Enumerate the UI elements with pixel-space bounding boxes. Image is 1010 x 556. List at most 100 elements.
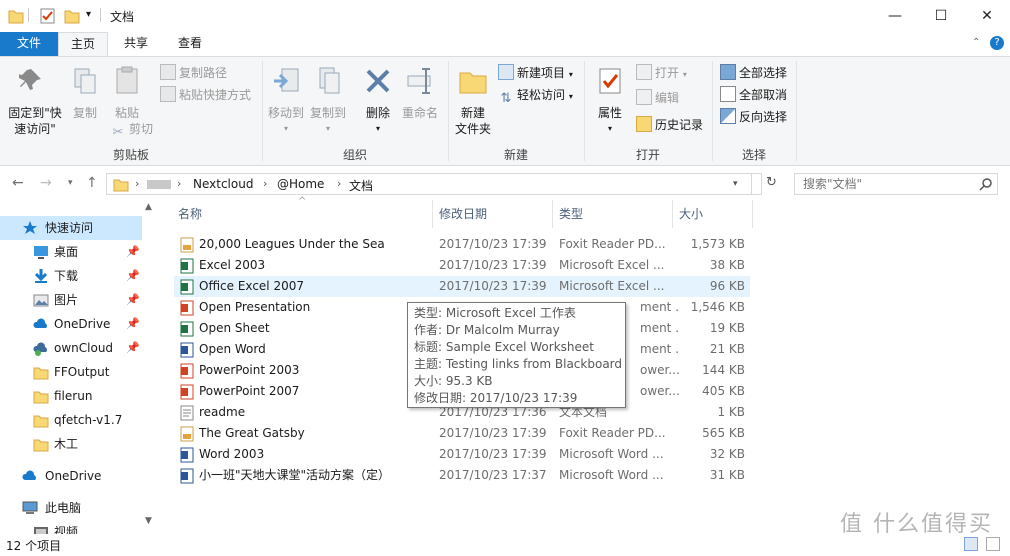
copy-button[interactable]: 复制 <box>68 65 102 121</box>
properties-button[interactable]: 属性 ▾ <box>592 65 628 137</box>
delete-button[interactable]: 删除 ▾ <box>360 65 396 137</box>
file-type: Microsoft Excel ... <box>559 279 665 293</box>
table-row[interactable]: 20,000 Leagues Under the Sea 2017/10/23 1… <box>174 234 750 255</box>
scroll-up-icon[interactable]: ▲ <box>145 202 152 212</box>
file-size: 565 KB <box>702 426 745 440</box>
pin-icon[interactable]: 📌 <box>126 240 140 264</box>
search-box[interactable] <box>794 173 998 195</box>
pin-icon[interactable]: 📌 <box>126 264 140 288</box>
forward-arrow-icon[interactable]: → <box>40 175 52 191</box>
tab-view[interactable]: 查看 <box>166 32 214 56</box>
maximize-button[interactable]: ☐ <box>918 0 964 32</box>
nav-item[interactable]: OneDrive <box>0 464 142 488</box>
column-header-name[interactable]: 名称 <box>172 200 433 228</box>
file-type: Foxit Reader PD... <box>559 237 666 251</box>
recent-dropdown-icon[interactable]: ▾ <box>68 178 73 188</box>
new-folder-icon[interactable] <box>64 7 80 25</box>
nav-item-label: 下载 <box>54 269 79 283</box>
crumb-nextcloud[interactable]: Nextcloud <box>193 177 253 191</box>
tooltip-type: 类型: Microsoft Excel 工作表 <box>414 306 576 320</box>
new-folder-button[interactable]: 新建 文件夹 <box>452 65 494 137</box>
move-to-button[interactable]: 移动到 ▾ <box>266 65 306 137</box>
select-all-button[interactable]: 全部选择 <box>720 63 787 83</box>
file-name: Open Word <box>199 342 266 356</box>
details-view-icon[interactable] <box>964 537 978 551</box>
column-header-size[interactable]: 大小 <box>673 200 753 228</box>
nav-item[interactable]: 木工 <box>0 432 142 456</box>
item-count: 12 个项目 <box>6 539 62 553</box>
properties-label: 属性 <box>597 106 622 120</box>
pin-icon[interactable]: 📌 <box>126 336 140 360</box>
properties-check-icon[interactable] <box>40 7 56 25</box>
tooltip-subject: 主题: Testing links from Blackboard <box>414 357 623 371</box>
large-icons-view-icon[interactable] <box>986 537 1000 551</box>
nav-item[interactable]: ownCloud 📌 <box>0 336 142 360</box>
tab-home[interactable]: 主页 <box>58 32 108 57</box>
table-row[interactable]: The Great Gatsby 2017/10/23 17:39 Foxit Re… <box>174 423 750 444</box>
file-size: 31 KB <box>709 468 745 482</box>
pin-icon[interactable]: 📌 <box>126 312 140 336</box>
folder-icon <box>33 415 49 428</box>
pdf-file-icon <box>180 426 194 442</box>
search-icon[interactable] <box>979 177 993 191</box>
rename-button[interactable]: 重命名 <box>400 65 440 121</box>
nav-item[interactable]: 桌面 📌 <box>0 240 142 264</box>
table-row[interactable]: Word 2003 2017/10/23 17:39 Microsoft Word … <box>174 444 750 465</box>
crumb-documents[interactable]: 文档 <box>349 177 373 194</box>
paste-button[interactable]: 粘贴 <box>108 65 146 121</box>
qa-dropdown-icon[interactable]: ▾ <box>86 9 91 27</box>
new-item-button[interactable]: 新建项目 ▾ <box>498 63 573 83</box>
column-header-date[interactable]: 修改日期 <box>433 200 553 228</box>
nav-item[interactable]: 下载 📌 <box>0 264 142 288</box>
properties-icon <box>599 68 621 94</box>
folder-icon <box>113 179 129 192</box>
table-row[interactable]: Excel 2003 2017/10/23 17:39 Microsoft Exce… <box>174 255 750 276</box>
nav-item[interactable]: qfetch-v1.7 <box>0 408 142 432</box>
back-arrow-icon[interactable]: ← <box>12 175 24 191</box>
history-label: 历史记录 <box>655 118 704 132</box>
copy-path-button[interactable]: 复制路径 <box>160 63 227 83</box>
collapse-ribbon-icon[interactable]: ⌃ <box>972 37 980 48</box>
nav-item[interactable]: 快速访问 <box>0 216 142 240</box>
copy-to-button[interactable]: 复制到 ▾ <box>308 65 348 137</box>
nav-item[interactable]: FFOutput <box>0 360 142 384</box>
nav-item[interactable]: filerun <box>0 384 142 408</box>
edit-button[interactable]: 编辑 <box>636 88 679 108</box>
column-header-type[interactable]: 类型 <box>553 200 673 228</box>
file-date: 2017/10/23 17:39 <box>439 447 547 461</box>
paste-shortcut-button[interactable]: 粘贴快捷方式 <box>160 85 251 105</box>
address-dropdown-icon[interactable]: ▾ <box>733 179 738 189</box>
tab-file[interactable]: 文件 <box>0 32 58 56</box>
file-name: Office Excel 2007 <box>199 279 304 293</box>
nav-item[interactable]: OneDrive 📌 <box>0 312 142 336</box>
open-button[interactable]: 打开 ▾ <box>636 63 687 83</box>
easy-access-button[interactable]: ⇅ 轻松访问 ▾ <box>498 85 573 106</box>
title-bar: ▾ 文档 — ☐ ✕ <box>0 0 1010 32</box>
cut-button[interactable]: ✂ 剪切 <box>110 119 153 140</box>
pin-quick-access-button[interactable]: 固定到"快速访问" <box>4 65 66 137</box>
tab-share[interactable]: 共享 <box>112 32 160 56</box>
nav-item[interactable]: 图片 📌 <box>0 288 142 312</box>
search-input[interactable] <box>795 174 975 194</box>
paste-shortcut-icon <box>160 86 176 102</box>
close-button[interactable]: ✕ <box>964 0 1010 32</box>
scroll-down-icon[interactable]: ▼ <box>145 516 152 526</box>
help-icon[interactable]: ? <box>990 36 1004 50</box>
crumb-home[interactable]: @Home <box>277 177 324 191</box>
address-bar[interactable]: › › Nextcloud › @Home › 文档 ▾ <box>106 173 762 195</box>
table-row[interactable]: 小一班"天地大课堂"活动方案（定） 2017/10/23 17:37 Microso… <box>174 465 750 486</box>
nav-scrollbar[interactable]: ▲ ▼ <box>142 200 158 534</box>
powerpoint-file-icon <box>180 384 194 400</box>
pin-icon[interactable]: 📌 <box>126 288 140 312</box>
select-none-button[interactable]: 全部取消 <box>720 85 787 105</box>
tooltip-title: 标题: Sample Excel Worksheet <box>414 340 594 354</box>
minimize-button[interactable]: — <box>872 0 918 32</box>
file-name: Open Presentation <box>199 300 311 314</box>
up-arrow-icon[interactable]: ↑ <box>86 175 98 191</box>
history-button[interactable]: 历史记录 <box>636 115 703 135</box>
refresh-icon[interactable]: ↻ <box>766 175 777 190</box>
nav-item[interactable]: 此电脑 <box>0 496 142 520</box>
nav-item-label: OneDrive <box>54 317 111 331</box>
invert-selection-button[interactable]: 反向选择 <box>720 107 787 127</box>
table-row[interactable]: Office Excel 2007 2017/10/23 17:39 Microso… <box>174 276 750 297</box>
